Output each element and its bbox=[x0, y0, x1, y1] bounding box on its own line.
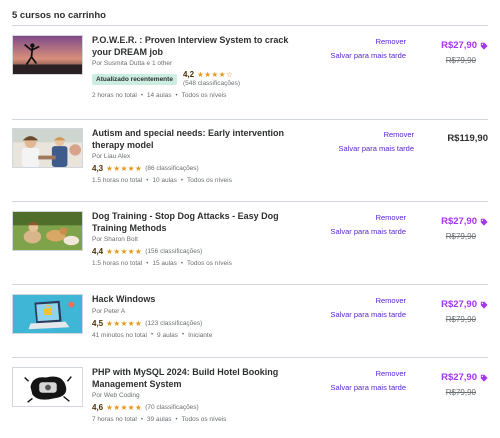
review-count: (123 classificações) bbox=[145, 319, 203, 327]
review-count: (548 classificações) bbox=[182, 79, 241, 87]
remove-button[interactable]: Remover bbox=[296, 367, 406, 381]
lecture-count: 9 aulas bbox=[157, 331, 179, 339]
price-tag-icon bbox=[480, 301, 488, 309]
course-author: Por Web Coding bbox=[92, 392, 140, 399]
rating-value: 4,3 bbox=[92, 164, 104, 173]
course-level: Todos os níveis bbox=[181, 92, 227, 99]
course-thumbnail[interactable] bbox=[12, 211, 83, 251]
star-rating-icon: ★★★★★ bbox=[106, 247, 143, 256]
dot-separator: • bbox=[175, 92, 178, 99]
remove-button[interactable]: Remover bbox=[296, 211, 406, 225]
price-tag-icon bbox=[480, 218, 488, 226]
original-price: R$79,90 bbox=[445, 56, 476, 65]
lecture-count: 15 aulas bbox=[152, 260, 177, 267]
remove-button[interactable]: Remover bbox=[296, 35, 406, 49]
lecture-count: 14 aulas bbox=[146, 92, 172, 99]
current-price: R$27,90 bbox=[441, 216, 488, 227]
dot-separator: • bbox=[175, 416, 178, 423]
current-price: R$119,90 bbox=[447, 133, 488, 144]
save-for-later-button[interactable]: Salvar para mais tarde bbox=[296, 49, 406, 63]
lecture-count: 39 aulas bbox=[146, 416, 172, 423]
course-title[interactable]: P.O.W.E.R. : Proven Interview System to … bbox=[92, 35, 312, 58]
course-title[interactable]: PHP with MySQL 2024: Build Hotel Booking… bbox=[92, 367, 312, 390]
review-count: (86 classificações) bbox=[145, 165, 199, 172]
course-level: Todos os níveis bbox=[181, 416, 227, 423]
course-author: Por Liau Alex bbox=[92, 153, 131, 160]
course-author: Por Susmita Dutta e 1 other bbox=[92, 60, 173, 67]
total-hours: 1.5 horas no total bbox=[92, 260, 143, 267]
cart-heading: 5 cursos no carrinho bbox=[12, 10, 106, 21]
divider bbox=[12, 357, 488, 358]
status-badge: Atualizado recentemente bbox=[92, 74, 177, 85]
total-hours: 7 horas no total bbox=[92, 416, 137, 423]
course-title[interactable]: Hack Windows bbox=[92, 294, 312, 306]
cart-item: P.O.W.E.R. : Proven Interview System to … bbox=[12, 35, 488, 115]
dot-separator: • bbox=[182, 332, 185, 338]
remove-button[interactable]: Remover bbox=[296, 294, 406, 308]
original-price: R$79,90 bbox=[445, 232, 476, 241]
cart-item: Dog Training - Stop Dog Attacks - Easy D… bbox=[12, 211, 488, 291]
course-title[interactable]: Dog Training - Stop Dog Attacks - Easy D… bbox=[92, 211, 312, 234]
original-price: R$79,90 bbox=[445, 315, 476, 324]
save-for-later-button[interactable]: Salvar para mais tarde bbox=[296, 308, 406, 322]
save-for-later-button[interactable]: Salvar para mais tarde bbox=[304, 142, 414, 156]
course-thumbnail[interactable] bbox=[12, 35, 83, 75]
cart-item: Hack Windows Por Peter A 4,5 ★★★★★ (123 … bbox=[12, 294, 488, 374]
total-hours: 1.5 horas no total bbox=[92, 177, 143, 184]
course-thumbnail[interactable] bbox=[12, 128, 83, 168]
star-rating-icon: ★★★★★ bbox=[106, 318, 143, 328]
dot-separator: • bbox=[140, 92, 143, 99]
save-for-later-button[interactable]: Salvar para mais tarde bbox=[296, 381, 406, 395]
review-count: (70 classificações) bbox=[145, 404, 199, 411]
divider bbox=[12, 25, 488, 26]
course-author: Por Sharon Bolt bbox=[92, 236, 138, 243]
cart-item: PHP with MySQL 2024: Build Hotel Booking… bbox=[12, 367, 488, 438]
star-rating-icon: ★★★★☆ bbox=[197, 70, 234, 79]
dot-separator: • bbox=[180, 177, 184, 184]
current-price: R$27,90 bbox=[441, 299, 488, 310]
divider bbox=[12, 201, 488, 202]
dot-separator: • bbox=[140, 416, 143, 423]
rating-value: 4,4 bbox=[92, 247, 104, 256]
course-level: Iniciante bbox=[188, 331, 213, 339]
review-count: (156 classificações) bbox=[145, 248, 203, 255]
star-rating-icon: ★★★★★ bbox=[106, 164, 143, 173]
divider bbox=[12, 119, 488, 120]
course-thumbnail[interactable] bbox=[12, 294, 83, 334]
rating-value: 4,2 bbox=[182, 70, 195, 79]
save-for-later-button[interactable]: Salvar para mais tarde bbox=[296, 225, 406, 239]
remove-button[interactable]: Remover bbox=[304, 128, 414, 142]
current-price: R$27,90 bbox=[441, 40, 488, 51]
price-tag-icon bbox=[480, 374, 488, 382]
course-author: Por Peter A bbox=[92, 307, 126, 315]
rating-value: 4,5 bbox=[92, 318, 104, 328]
star-rating-icon: ★★★★★ bbox=[106, 403, 143, 412]
dot-separator: • bbox=[146, 177, 149, 184]
price-tag-icon bbox=[480, 42, 488, 50]
total-hours: 2 horas no total bbox=[92, 92, 137, 99]
original-price: R$79,90 bbox=[445, 388, 476, 397]
course-level: Todos os níveis bbox=[187, 260, 232, 267]
lecture-count: 10 aulas bbox=[152, 177, 177, 184]
course-level: Todos os níveis bbox=[187, 177, 232, 184]
cart-item: Autism and special needs: Early interven… bbox=[12, 128, 488, 208]
dot-separator: • bbox=[146, 260, 149, 267]
course-title[interactable]: Autism and special needs: Early interven… bbox=[92, 128, 312, 151]
total-hours: 41 minutos no total bbox=[92, 331, 147, 339]
current-price: R$27,90 bbox=[441, 372, 488, 383]
divider bbox=[12, 284, 488, 285]
dot-separator: • bbox=[150, 332, 154, 338]
course-thumbnail[interactable] bbox=[12, 367, 83, 407]
rating-value: 4,6 bbox=[92, 403, 104, 412]
dot-separator: • bbox=[180, 260, 184, 267]
